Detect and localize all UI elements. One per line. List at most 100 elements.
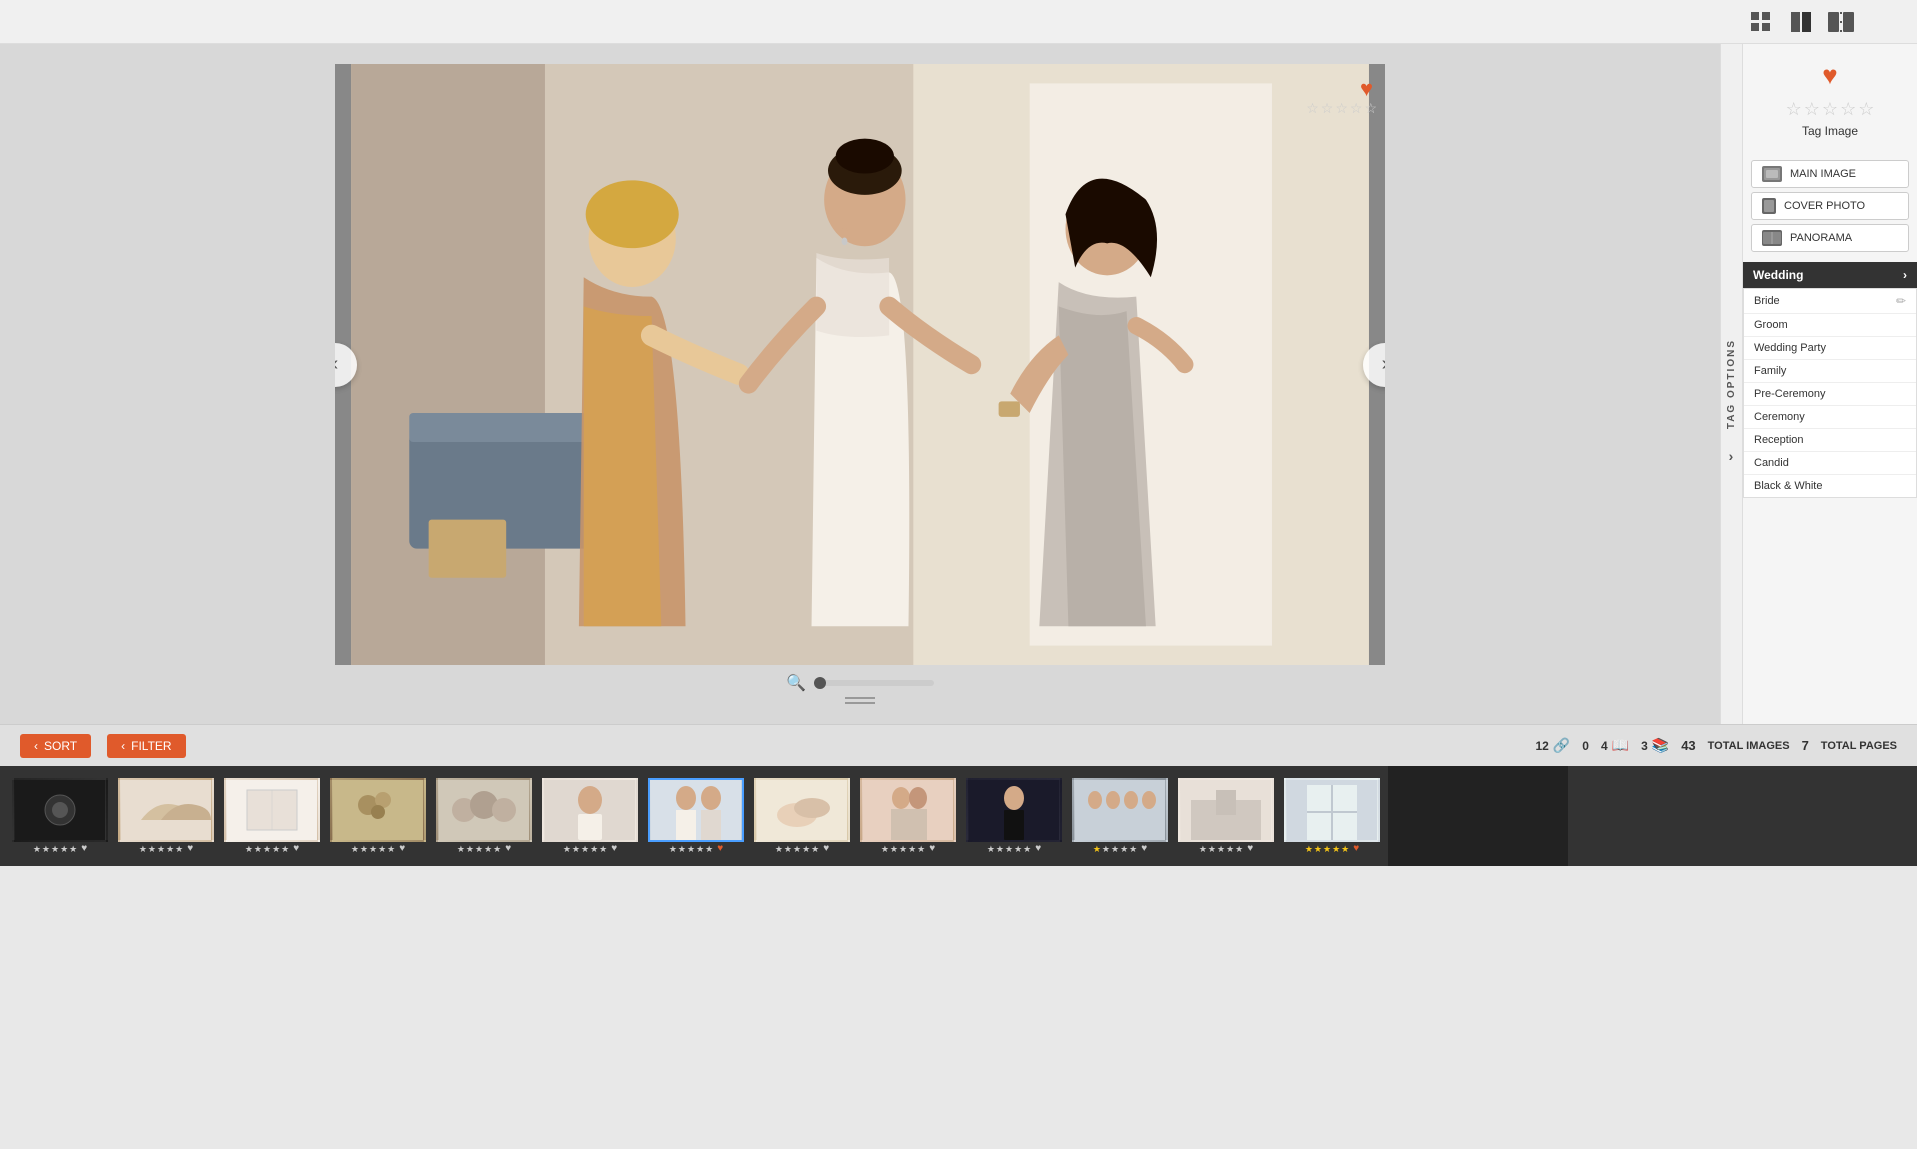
thumbnail-10[interactable]: ★★★★★ ♥ <box>964 778 1064 855</box>
category-bride-label: Bride <box>1754 295 1780 307</box>
sort-button[interactable]: ‹ SORT <box>20 734 91 758</box>
thumbnail-6[interactable]: ★★★★★ ♥ <box>540 778 640 855</box>
tag-panel-header: ♥ ☆ ☆ ☆ ☆ ☆ Tag Image <box>1743 44 1917 158</box>
drag-line-1 <box>845 697 875 699</box>
list-view-button[interactable] <box>1785 8 1817 36</box>
tag-options-tab[interactable]: TAG OPTIONS <box>1720 44 1742 724</box>
category-pre-ceremony[interactable]: Pre-Ceremony <box>1744 383 1916 406</box>
thumb-meta-4: ★★★★★ ♥ <box>351 842 405 855</box>
category-reception[interactable]: Reception <box>1744 429 1916 452</box>
thumb-meta-2: ★★★★★ ♥ <box>139 842 193 855</box>
thumb-img-13 <box>1284 778 1380 842</box>
thumbnail-9[interactable]: ★★★★★ ♥ <box>858 778 958 855</box>
thumb-heart-1[interactable]: ♥ <box>81 843 87 854</box>
thumb-heart-4[interactable]: ♥ <box>399 843 405 854</box>
split-view-button[interactable] <box>1825 8 1857 36</box>
thumbnail-3[interactable]: ★★★★★ ♥ <box>222 778 322 855</box>
thumb-heart-7[interactable]: ♥ <box>717 843 723 854</box>
total-pages-count: 7 <box>1802 738 1809 753</box>
star-4[interactable]: ☆ <box>1350 100 1363 117</box>
tag-star-1[interactable]: ☆ <box>1786 99 1802 120</box>
book-double-icon: 📚 <box>1652 737 1669 754</box>
thumb-heart-11[interactable]: ♥ <box>1141 843 1147 854</box>
thumb-img-3 <box>224 778 320 842</box>
thumbnail-11[interactable]: ★★★★★ ♥ <box>1070 778 1170 855</box>
category-black-white[interactable]: Black & White <box>1744 475 1916 497</box>
drag-handle <box>845 697 875 704</box>
bottom-toolbar: ‹ SORT ‹ FILTER 12 🔗 0 4 📖 3 📚 43 TOTAL … <box>0 724 1917 766</box>
thumb-heart-6[interactable]: ♥ <box>611 843 617 854</box>
category-wedding-party[interactable]: Wedding Party <box>1744 337 1916 360</box>
thumbnail-1[interactable]: ★★★★★ ♥ <box>10 778 110 855</box>
star-1[interactable]: ☆ <box>1306 100 1319 117</box>
tag-star-4[interactable]: ☆ <box>1840 99 1856 120</box>
category-family[interactable]: Family <box>1744 360 1916 383</box>
filter-arrow-icon: ‹ <box>121 739 125 753</box>
category-groom[interactable]: Groom <box>1744 314 1916 337</box>
wedding-category-header[interactable]: Wedding › <box>1743 262 1917 288</box>
star-2[interactable]: ☆ <box>1321 100 1334 117</box>
cover-photo-button[interactable]: COVER PHOTO <box>1751 192 1909 220</box>
edit-bride-icon[interactable]: ✏ <box>1896 294 1906 308</box>
category-list: Bride ✏ Groom Wedding Party Family Pre-C… <box>1743 288 1917 498</box>
panorama-button[interactable]: PANORAMA <box>1751 224 1909 252</box>
panorama-icon <box>1762 230 1782 246</box>
grid-view-button[interactable] <box>1745 8 1777 36</box>
image-star-rating[interactable]: ☆ ☆ ☆ ☆ ☆ <box>1306 100 1377 117</box>
thumb-img-2 <box>118 778 214 842</box>
thumb-img-7 <box>648 778 744 842</box>
category-candid[interactable]: Candid <box>1744 452 1916 475</box>
thumb-meta-11: ★★★★★ ♥ <box>1093 842 1147 855</box>
thumbnail-7[interactable]: ★★★★★ ♥ <box>646 778 746 855</box>
tag-star-5[interactable]: ☆ <box>1858 99 1874 120</box>
thumb-img-1 <box>12 778 108 842</box>
filter-button[interactable]: ‹ FILTER <box>107 734 185 758</box>
zero-count: 0 <box>1582 739 1589 753</box>
category-black-white-label: Black & White <box>1754 480 1822 492</box>
thumb-meta-12: ★★★★★ ♥ <box>1199 842 1253 855</box>
tag-star-3[interactable]: ☆ <box>1822 99 1838 120</box>
thumb-heart-9[interactable]: ♥ <box>929 843 935 854</box>
image-scrubber[interactable] <box>814 680 934 686</box>
tag-star-2[interactable]: ☆ <box>1804 99 1820 120</box>
thumbnail-12[interactable]: ★★★★★ ♥ <box>1176 778 1276 855</box>
main-image-label: MAIN IMAGE <box>1790 168 1856 180</box>
filter-label: FILTER <box>131 739 171 753</box>
star-3[interactable]: ☆ <box>1335 100 1348 117</box>
link-icon: 🔗 <box>1553 737 1570 754</box>
category-wedding-party-label: Wedding Party <box>1754 342 1826 354</box>
thumbnail-5[interactable]: ★★★★★ ♥ <box>434 778 534 855</box>
tag-image-label: Tag Image <box>1802 124 1858 138</box>
tag-star-rating[interactable]: ☆ ☆ ☆ ☆ ☆ <box>1786 99 1875 120</box>
scrubber-dot <box>814 677 826 689</box>
book-double-stat: 3 📚 <box>1641 737 1669 754</box>
magnify-icon[interactable]: 🔍 <box>786 673 806 693</box>
thumb-meta-10: ★★★★★ ♥ <box>987 842 1041 855</box>
tag-heart-button[interactable]: ♥ <box>1822 60 1837 91</box>
thumb-heart-3[interactable]: ♥ <box>293 843 299 854</box>
sort-arrow-icon: ‹ <box>34 739 38 753</box>
view-mode-icons <box>1745 8 1857 36</box>
thumbnail-4[interactable]: ★★★★★ ♥ <box>328 778 428 855</box>
thumb-heart-12[interactable]: ♥ <box>1247 843 1253 854</box>
book-single-stat: 4 📖 <box>1601 737 1629 754</box>
main-image-button[interactable]: MAIN IMAGE <box>1751 160 1909 188</box>
thumbnail-13[interactable]: ★★★★★ ♥ <box>1282 778 1382 855</box>
star-5[interactable]: ☆ <box>1364 100 1377 117</box>
thumb-heart-8[interactable]: ♥ <box>823 843 829 854</box>
tag-panel: ♥ ☆ ☆ ☆ ☆ ☆ Tag Image MAIN IMAGE <box>1742 44 1917 724</box>
image-viewer: ♥ ☆ ☆ ☆ ☆ ☆ ‹ › 🔍 <box>0 44 1720 724</box>
thumb-heart-10[interactable]: ♥ <box>1035 843 1041 854</box>
main-image-container: ♥ ☆ ☆ ☆ ☆ ☆ ‹ › <box>335 64 1385 665</box>
thumb-heart-5[interactable]: ♥ <box>505 843 511 854</box>
thumb-heart-13[interactable]: ♥ <box>1353 843 1359 854</box>
thumbnail-2[interactable]: ★★★★★ ♥ <box>116 778 216 855</box>
thumb-meta-6: ★★★★★ ♥ <box>563 842 617 855</box>
thumb-meta-1: ★★★★★ ♥ <box>33 842 87 855</box>
category-bride[interactable]: Bride ✏ <box>1744 289 1916 314</box>
thumbnail-8[interactable]: ★★★★★ ♥ <box>752 778 852 855</box>
thumb-stars-1[interactable]: ★★★★★ <box>33 844 77 855</box>
category-ceremony[interactable]: Ceremony <box>1744 406 1916 429</box>
category-ceremony-label: Ceremony <box>1754 411 1805 423</box>
thumb-heart-2[interactable]: ♥ <box>187 843 193 854</box>
